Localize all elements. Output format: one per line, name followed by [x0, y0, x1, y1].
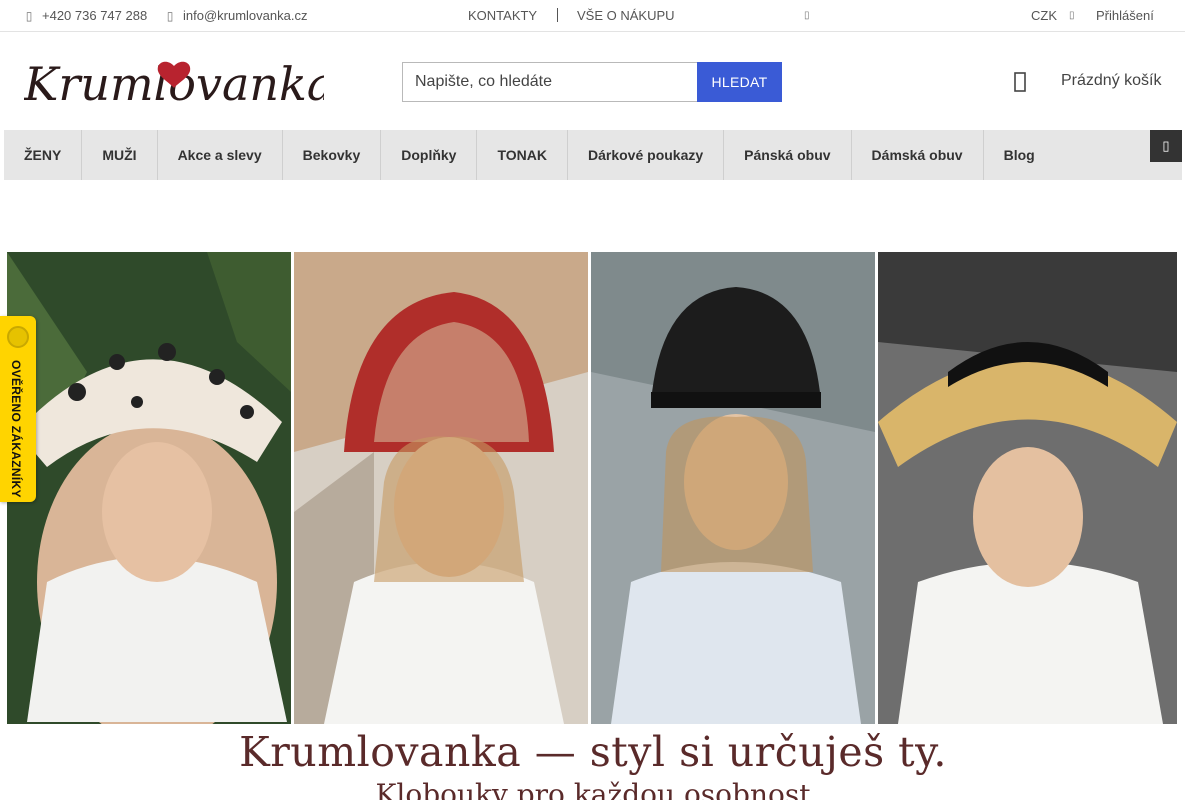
- divider: [557, 8, 558, 22]
- login-link[interactable]: Přihlášení: [1096, 0, 1154, 31]
- logo[interactable]: Krumlovanka: [24, 52, 324, 112]
- search-input[interactable]: [402, 62, 697, 102]
- banner-photo-straw-hat: [878, 252, 1177, 724]
- nav-item-damska-obuv[interactable]: Dámská obuv: [852, 130, 984, 180]
- heureka-seal-icon: [7, 326, 29, 348]
- header: Krumlovanka HLEDAT Prázdný košík: [0, 32, 1185, 130]
- search-form: HLEDAT: [402, 62, 782, 102]
- link-kontakty[interactable]: KONTAKTY: [468, 0, 537, 31]
- nav-item-darkove-poukazy[interactable]: Dárkové poukazy: [568, 130, 725, 180]
- phone-number: +420 736 747 288: [42, 8, 148, 23]
- cart-label[interactable]: Prázdný košík: [1061, 72, 1161, 90]
- main-nav: ŽENY MUŽI Akce a slevy Bekovky Doplňky T…: [4, 130, 1182, 180]
- currency-label: CZK: [1031, 8, 1057, 23]
- menu-toggle-icon[interactable]: ▯: [1150, 130, 1182, 162]
- email-address: info@krumlovanka.cz: [183, 8, 308, 23]
- email-link[interactable]: ▯ info@krumlovanka.cz: [165, 0, 308, 31]
- nav-item-tonak[interactable]: TONAK: [477, 130, 568, 180]
- hero-banner[interactable]: Krumlovanka — styl si určuješ ty. Klobou…: [4, 180, 1182, 800]
- banner-subtitle: Klobouky pro každou osobnost: [375, 778, 811, 800]
- banner-photos: [7, 252, 1177, 724]
- link-vse-o-nakupu[interactable]: VŠE O NÁKUPU: [577, 0, 675, 31]
- nav-item-panska-obuv[interactable]: Pánská obuv: [724, 130, 852, 180]
- badge-label: OVĚŘENO ZÁKAZNÍKY: [9, 360, 23, 498]
- banner-photo-red-hat: [294, 252, 588, 724]
- verified-customers-badge[interactable]: OVĚŘENO ZÁKAZNÍKY: [0, 316, 36, 502]
- banner-title: Krumlovanka — styl si určuješ ty.: [239, 728, 947, 776]
- currency-chevron-icon[interactable]: ▯: [1069, 0, 1075, 31]
- search-button[interactable]: HLEDAT: [697, 62, 782, 102]
- chevron-down-icon[interactable]: ▯: [804, 0, 810, 31]
- phone-link[interactable]: ▯ +420 736 747 288: [24, 0, 148, 31]
- nav-item-blog[interactable]: Blog: [984, 130, 1055, 180]
- cart-icon[interactable]: [1011, 70, 1029, 94]
- mail-icon: ▯: [166, 8, 174, 23]
- phone-icon: ▯: [25, 8, 33, 23]
- nav-item-muzi[interactable]: MUŽI: [82, 130, 158, 180]
- banner-photo-leopard-hat: [7, 252, 291, 724]
- banner-photo-black-hat: [591, 252, 875, 724]
- nav-item-zeny[interactable]: ŽENY: [4, 130, 83, 180]
- nav-item-doplnky[interactable]: Doplňky: [381, 130, 478, 180]
- nav-item-akce-a-slevy[interactable]: Akce a slevy: [158, 130, 283, 180]
- nav-item-bekovky[interactable]: Bekovky: [283, 130, 382, 180]
- top-bar: ▯ +420 736 747 288 ▯ info@krumlovanka.cz…: [0, 0, 1185, 32]
- currency-selector[interactable]: CZK: [1031, 0, 1057, 31]
